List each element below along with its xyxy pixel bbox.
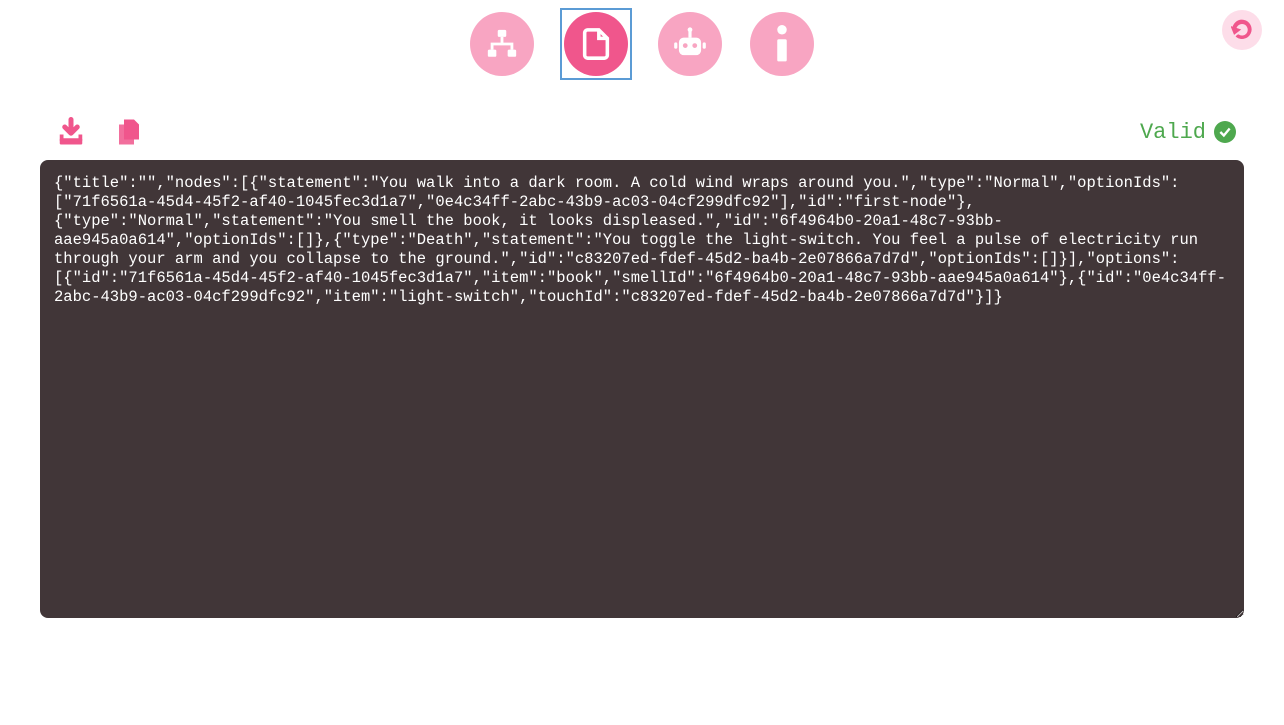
editor-container xyxy=(0,160,1284,622)
copy-icon xyxy=(114,116,144,148)
toolbar: Valid xyxy=(0,88,1284,160)
nav-tree-wrapper xyxy=(468,10,536,78)
nav-robot-wrapper xyxy=(656,10,724,78)
tree-icon xyxy=(485,27,519,61)
document-icon xyxy=(579,25,613,63)
info-icon xyxy=(774,25,790,63)
nav-tree-button[interactable] xyxy=(470,12,534,76)
nav-robot-button[interactable] xyxy=(658,12,722,76)
check-icon xyxy=(1214,121,1236,143)
toolbar-left xyxy=(56,116,144,148)
download-button[interactable] xyxy=(56,117,86,147)
refresh-icon xyxy=(1231,19,1253,41)
top-nav xyxy=(0,0,1284,88)
nav-document-button[interactable] xyxy=(564,12,628,76)
nav-document-wrapper xyxy=(560,8,632,80)
download-icon xyxy=(56,117,86,147)
nav-info-wrapper xyxy=(748,10,816,78)
copy-button[interactable] xyxy=(114,116,144,148)
robot-icon xyxy=(671,25,709,63)
nav-info-button[interactable] xyxy=(750,12,814,76)
refresh-button[interactable] xyxy=(1222,10,1262,50)
status-label: Valid xyxy=(1140,120,1206,145)
json-editor[interactable] xyxy=(40,160,1244,618)
validation-status: Valid xyxy=(1140,120,1236,145)
